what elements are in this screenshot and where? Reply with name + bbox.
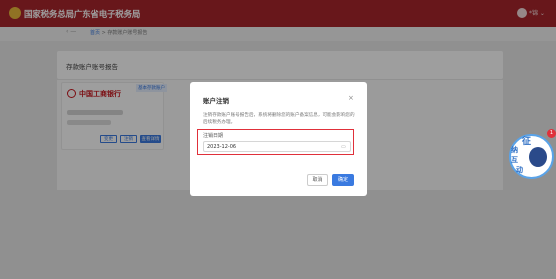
widget-char-4: 动	[516, 166, 523, 174]
cancel-date-value: 2023-12-06	[207, 144, 237, 150]
mascot-icon	[529, 147, 547, 167]
widget-char-2: 纳	[511, 146, 518, 154]
cancel-button[interactable]: 取消	[307, 174, 328, 186]
widget-char-3: 互	[511, 156, 518, 164]
interaction-widget[interactable]: 征 纳 互 动 1	[509, 129, 556, 179]
cancel-date-label: 注销日期	[203, 133, 224, 139]
account-cancel-dialog: 账户注销 × 注销存款账户账号报告后，系统将删除您的账户备案信息，可能会影响您的…	[190, 82, 367, 196]
notification-badge: 1	[547, 129, 556, 138]
widget-char-1: 征	[522, 137, 532, 147]
dialog-title: 账户注销	[203, 97, 229, 105]
dialog-description: 注销存款账户账号报告后，系统将删除您的账户备案信息，可能会影响您的后续税务办理。	[203, 113, 355, 125]
calendar-icon[interactable]: ▭	[341, 144, 346, 150]
cancel-date-input[interactable]: 2023-12-06 ▭	[203, 141, 351, 152]
confirm-button[interactable]: 确定	[332, 174, 354, 186]
close-icon[interactable]: ×	[348, 94, 354, 102]
